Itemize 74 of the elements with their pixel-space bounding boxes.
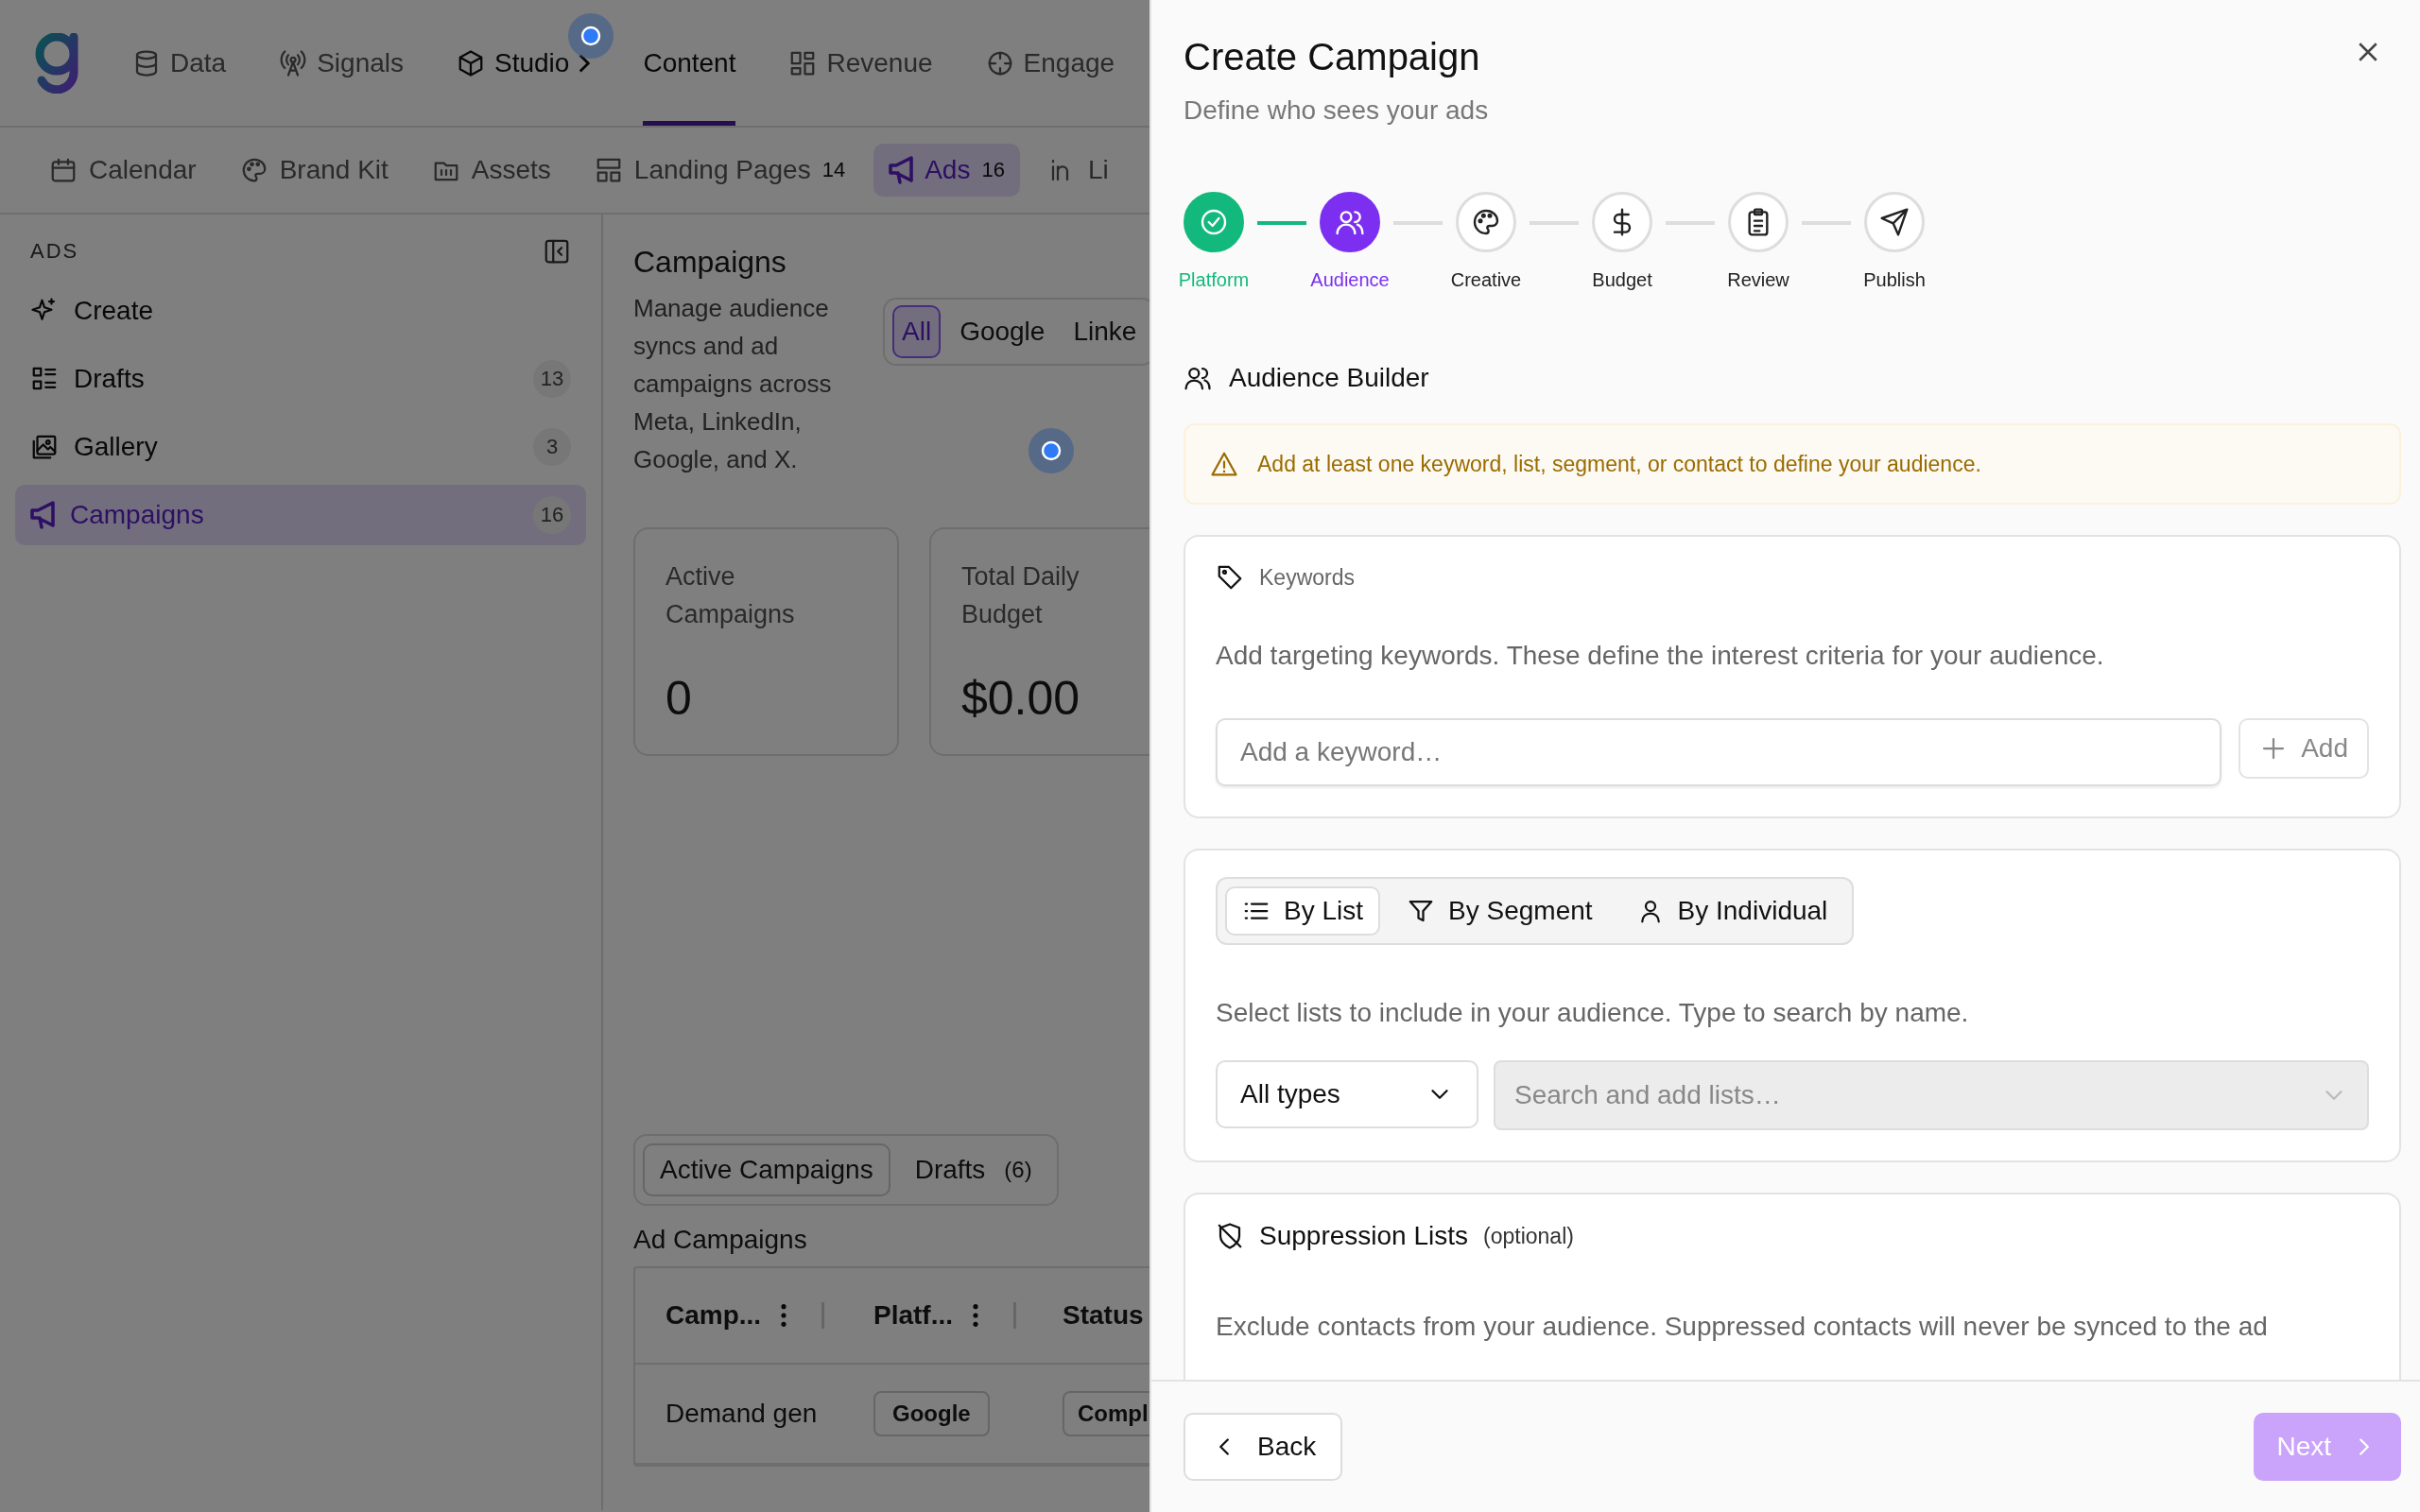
type-select[interactable]: All types: [1216, 1060, 1478, 1128]
subnav-tab[interactable]: Brand Kit: [224, 144, 404, 197]
step-label: Budget: [1592, 269, 1652, 291]
subnav-tab[interactable]: Landing Pages 14: [579, 144, 861, 197]
package-icon: [457, 48, 485, 77]
optional-note: (optional): [1483, 1223, 1574, 1249]
card-description: Select lists to include in your audience. Type to search by name.: [1216, 998, 1970, 1028]
stat-label: Active Campaigns: [666, 561, 796, 630]
card-title: Keywords: [1259, 564, 1355, 591]
step-circle[interactable]: [1320, 192, 1380, 252]
antenna-icon: [279, 48, 308, 77]
filter-tab[interactable]: Linke: [1063, 305, 1147, 358]
back-button[interactable]: Back: [1184, 1413, 1343, 1481]
touch-indicator-icon: [1028, 428, 1074, 473]
chevron-right-icon: [579, 53, 591, 73]
page-title: Campaigns: [633, 245, 787, 280]
logo-icon[interactable]: [34, 32, 79, 94]
megaphone-icon: [889, 156, 914, 184]
nav-link[interactable]: Engage: [1023, 0, 1115, 126]
view-tab[interactable]: Drafts (6): [897, 1143, 1049, 1196]
more-icon[interactable]: [780, 1302, 788, 1329]
column-header[interactable]: Camp...: [666, 1300, 762, 1331]
step-label: Platform: [1178, 269, 1250, 291]
sidebar-item[interactable]: Create: [15, 281, 586, 341]
column-header[interactable]: Status: [1063, 1300, 1144, 1331]
table-title: Ad Campaigns: [633, 1225, 808, 1255]
subnav-tab[interactable]: Li: [1032, 144, 1124, 197]
add-button[interactable]: Add: [2238, 718, 2369, 779]
step-label: Creative: [1450, 269, 1522, 291]
keyword-input[interactable]: Add a keyword…: [1216, 718, 2222, 786]
step-label: Review: [1727, 269, 1789, 291]
nav-link[interactable]: Studio: [494, 0, 570, 126]
gallery-icon: [30, 433, 59, 461]
source-tab[interactable]: By List: [1225, 886, 1381, 936]
subnav-tab[interactable]: Assets: [416, 144, 566, 197]
stat-value: $0.00: [961, 671, 1081, 726]
card-title: Suppression Lists: [1259, 1221, 1468, 1251]
source-tab[interactable]: By Individual: [1618, 886, 1845, 936]
warning-icon: [1210, 450, 1238, 478]
nav-link[interactable]: Revenue: [826, 0, 933, 126]
nav-link[interactable]: Signals: [317, 0, 404, 126]
calendar-icon: [49, 156, 78, 184]
nav-link[interactable]: Content: [643, 0, 736, 126]
warning-text: Add at least one keyword, list, segment, or contact to define your audience.: [1257, 451, 1981, 477]
megaphone-icon: [30, 501, 55, 529]
filter-tab[interactable]: Google: [950, 305, 1055, 358]
dialog-title: Create Campaign: [1184, 36, 1481, 78]
column-header[interactable]: Platf...: [873, 1300, 953, 1331]
filter-tab[interactable]: All: [892, 305, 942, 358]
source-tab[interactable]: By Segment: [1390, 886, 1610, 936]
sidebar-heading: ADS: [30, 239, 79, 264]
more-icon[interactable]: [972, 1302, 979, 1329]
shield-off-icon: [1216, 1222, 1244, 1250]
touch-indicator-icon: [568, 13, 614, 59]
dialog-subtitle: Define who sees your ads: [1184, 95, 1489, 126]
sidebar-item[interactable]: Campaigns 16: [15, 485, 586, 545]
step-label: Publish: [1863, 269, 1926, 291]
card-description: Exclude contacts from your audience. Suppressed contacts will never be synced to the ad: [1216, 1312, 2269, 1342]
stat-value: 0: [666, 671, 693, 726]
section-title: Audience Builder: [1229, 363, 1429, 393]
view-tab[interactable]: Active Campaigns: [643, 1143, 890, 1196]
subnav-tab[interactable]: Calendar: [34, 144, 212, 197]
collapse-sidebar-icon[interactable]: [543, 237, 571, 266]
stat-label: Total Daily Budget: [961, 561, 1080, 630]
sidebar-item[interactable]: Drafts 13: [15, 349, 586, 409]
platform-chip: Google: [873, 1391, 990, 1436]
sidebar-item[interactable]: Gallery 3: [15, 417, 586, 477]
nav-link[interactable]: Data: [170, 0, 227, 126]
tag-icon: [1216, 563, 1244, 592]
page-description: Manage audience syncs and ad campaigns across Meta, LinkedIn, Google, and X.: [633, 293, 833, 475]
step-label: Audience: [1310, 269, 1390, 291]
subnav-tab[interactable]: Ads 16: [873, 144, 1020, 197]
table-cell: Demand gen: [666, 1399, 818, 1429]
card-description: Add targeting keywords. These define the interest criteria for your audience.: [1216, 641, 2105, 671]
